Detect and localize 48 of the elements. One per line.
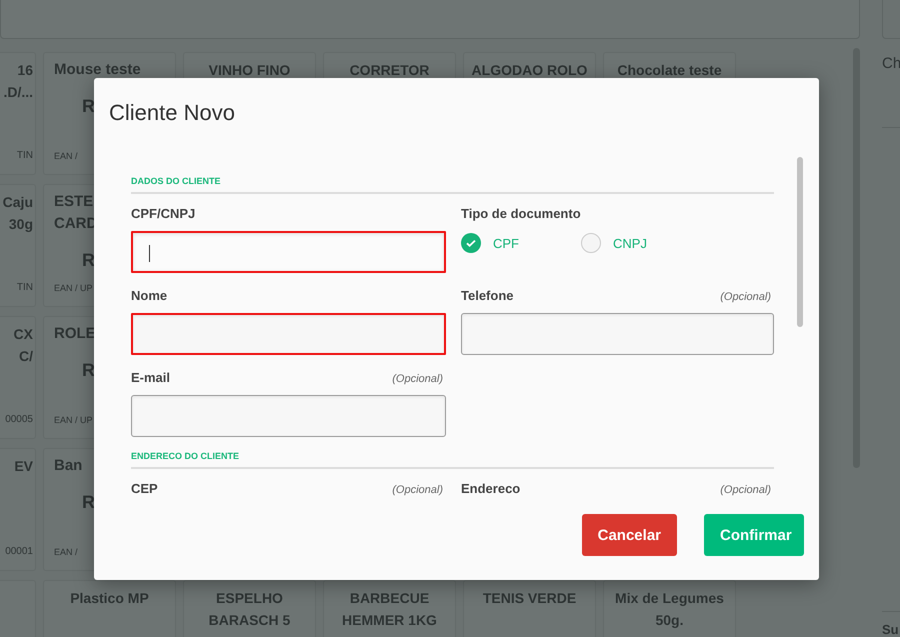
product-name: Plastico MP	[70, 589, 149, 608]
field-label: CPF/CNPJ	[131, 206, 196, 221]
product-price: R	[81, 491, 95, 513]
product-name: TENIS VERDE	[482, 589, 576, 608]
product-name: Chocolate teste	[617, 61, 722, 80]
product-code: 00005	[5, 413, 33, 427]
product-name: Mouse teste	[54, 60, 141, 80]
product-code: EAN /	[54, 546, 78, 559]
field-label: Telefone	[461, 288, 514, 303]
section-heading: DADOS DO CLIENTE	[131, 176, 774, 194]
product-name: ALGODAO ROLO	[472, 61, 588, 80]
product-name: VINHO FINO	[208, 61, 290, 80]
field-label: Endereco	[461, 481, 520, 496]
product-code: 00001	[5, 545, 33, 559]
product-code: TIN	[16, 281, 33, 295]
product-name: 30g	[8, 215, 33, 234]
product-code: TIN	[16, 149, 33, 163]
product-name: CX	[14, 325, 33, 344]
product-name: .D/...	[3, 83, 33, 102]
optional-note: (Opcional)	[392, 373, 444, 385]
optional-note: (Opcional)	[392, 484, 444, 496]
product-name: ROLE	[54, 324, 96, 344]
product-name: C/	[19, 347, 33, 366]
product-code: EAN /	[54, 150, 78, 163]
product-price: R	[81, 249, 95, 271]
product-name: Ban	[54, 456, 82, 476]
optional-note: (Opcional)	[720, 484, 772, 496]
product-price: R	[81, 95, 95, 117]
field-label: Tipo de documento	[461, 206, 581, 221]
product-name: EV	[14, 457, 33, 476]
product-name: BARBECUE HEMMER 1KG	[341, 589, 438, 630]
dialog-title: Cliente Novo	[109, 100, 236, 126]
product-name: 16	[17, 61, 33, 80]
product-code: EAN / UP	[54, 414, 93, 427]
product-code: EAN / UP	[54, 282, 93, 295]
product-name: ESTE	[54, 192, 94, 212]
field-label: Nome	[131, 288, 168, 303]
product-name: CORRETOR	[350, 61, 430, 80]
product-name: Caju	[2, 193, 33, 212]
product-name: Mix de Legumes 50g.	[614, 589, 725, 630]
side-label: Ch	[882, 55, 900, 72]
side-label: Su	[882, 622, 900, 637]
field-label: E-mail	[131, 370, 170, 385]
field-label: CEP	[131, 481, 158, 496]
product-price: R	[81, 359, 95, 381]
product-name: ESPELHO BARASCH 5	[208, 589, 292, 630]
section-heading: ENDERECO DO CLIENTE	[131, 451, 774, 469]
optional-note: (Opcional)	[720, 291, 772, 303]
